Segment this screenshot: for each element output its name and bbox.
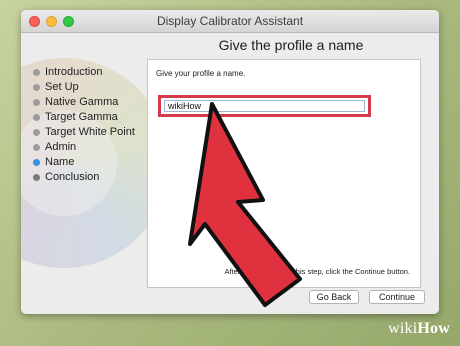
window-title: Display Calibrator Assistant	[156, 14, 304, 28]
step-set-up: Set Up	[33, 80, 135, 95]
step-label: Admin	[45, 141, 77, 153]
step-label: Set Up	[45, 81, 79, 93]
step-status-icon	[33, 114, 40, 121]
page-title: Give the profile a name	[218, 37, 364, 53]
profile-name-input[interactable]	[164, 100, 365, 112]
step-status-icon	[33, 144, 40, 151]
steps-list: Introduction Set Up Native Gamma Target …	[33, 65, 135, 185]
name-prompt: Give your profile a name.	[156, 69, 246, 78]
step-target-gamma: Target Gamma	[33, 110, 135, 125]
step-label: Target White Point	[45, 126, 135, 138]
title-bar[interactable]: Display Calibrator Assistant	[21, 10, 439, 33]
go-back-button[interactable]: Go Back	[309, 290, 359, 304]
step-conclusion: Conclusion	[33, 170, 135, 185]
step-label: Native Gamma	[45, 96, 119, 108]
continue-hint: After you have done this step, click the…	[224, 267, 410, 276]
step-status-icon	[33, 69, 40, 76]
step-name: Name	[33, 155, 135, 170]
step-native-gamma: Native Gamma	[33, 95, 135, 110]
continue-button[interactable]: Continue	[369, 290, 425, 304]
step-label: Target Gamma	[45, 111, 118, 123]
step-introduction: Introduction	[33, 65, 135, 80]
content-panel: Give your profile a name. After you have…	[147, 59, 421, 288]
step-label: Introduction	[45, 66, 103, 78]
wikihow-watermark: wikiHow	[388, 320, 450, 338]
step-status-icon	[33, 99, 40, 106]
step-status-icon	[33, 129, 40, 136]
step-label: Name	[45, 156, 75, 168]
step-admin: Admin	[33, 140, 135, 155]
step-target-white-point: Target White Point	[33, 125, 135, 140]
calibrator-window: Display Calibrator Assistant Give the pr…	[21, 10, 439, 314]
step-current-icon	[33, 159, 40, 166]
step-label: Conclusion	[45, 171, 100, 183]
watermark-suffix: How	[417, 320, 450, 337]
watermark-brand: wiki	[388, 320, 418, 337]
step-status-icon	[33, 174, 40, 181]
steps-sidebar: Introduction Set Up Native Gamma Target …	[21, 33, 149, 313]
step-status-icon	[33, 84, 40, 91]
